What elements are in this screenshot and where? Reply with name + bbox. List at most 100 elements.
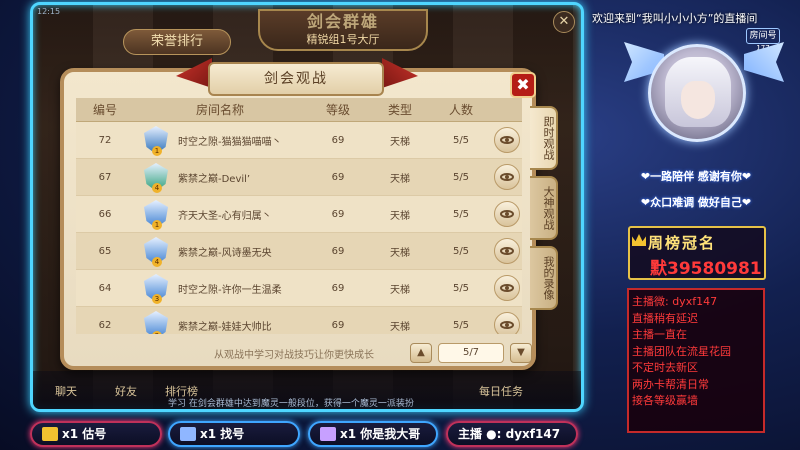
room-name-cell: 1 齐天大圣-心有归属丶 <box>134 200 306 230</box>
room-id: 66 <box>98 208 112 220</box>
rank-tier-number: 1 <box>152 220 162 230</box>
rank-badge-icon: 1 <box>144 200 168 230</box>
table-row: 67 4 紫禁之巅-Devil’ 69 天梯 5/5 <box>76 159 522 196</box>
weekly-top-title: 周榜冠名 <box>632 232 716 253</box>
table-row: 72 1 时空之隙-猫猫猫喵喵丶 69 天梯 5/5 <box>76 122 522 159</box>
daily-task-button[interactable]: 每日任务 <box>479 383 523 399</box>
watch-cell <box>492 201 522 227</box>
eye-icon[interactable] <box>494 238 520 264</box>
honor-ranking-tab[interactable]: 荣誉排行 <box>123 29 231 55</box>
room-name-cell: 4 紫禁之巅-风诗墨无央 <box>134 237 306 267</box>
room-type: 天梯 <box>390 136 410 148</box>
col-action <box>492 98 522 121</box>
eye-icon[interactable] <box>494 127 520 153</box>
room-level: 69 <box>331 134 345 146</box>
slogan-line-1: ❤一路陪伴 感谢有你❤ <box>640 170 752 183</box>
rank-tier-number: 2 <box>152 331 162 334</box>
room-count: 5/5 <box>452 171 470 183</box>
room-name-cell: 3 时空之隙-许你一生温柔 <box>134 274 306 304</box>
room-table: 编号 房间名称 等级 类型 人数 72 1 时空之隙-猫猫猫喵喵丶 69 天梯 … <box>76 98 522 334</box>
pill-dage[interactable]: x1 你是我大哥 <box>308 421 438 447</box>
room-count: 5/5 <box>452 319 470 331</box>
system-ticker: 学习 在剑会群雄中达到魔灵一般段位，获得一个魔灵一派装扮 <box>168 399 414 409</box>
info-line: 不定时去新区 <box>632 361 698 374</box>
col-room-name: 房间名称 <box>195 103 244 117</box>
gift-icon <box>42 427 58 441</box>
room-level: 69 <box>331 245 345 257</box>
streamer-info-box: 主播微: dyxf147 直播稍有延迟 主播一直在 主播团队在流星花园 不定时去新区 两办… <box>627 288 765 433</box>
room-name-cell: 2 紫禁之巅-娃娃大帅比 <box>134 311 306 334</box>
next-page-button[interactable]: ▼ <box>510 343 532 363</box>
rank-tier-number: 4 <box>152 183 162 193</box>
room-name: 紫禁之巅-Devil’ <box>178 173 251 185</box>
rank-tier-number: 4 <box>152 257 162 267</box>
rank-badge-icon: 4 <box>144 163 168 193</box>
room-id: 64 <box>98 282 112 294</box>
table-row: 62 2 紫禁之巅-娃娃大帅比 69 天梯 5/5 <box>76 307 522 334</box>
pill-gujia[interactable]: x1 估号 <box>30 421 162 447</box>
room-name: 齐天大圣-心有归属丶 <box>178 210 272 222</box>
info-line: 主播微: dyxf147 <box>632 295 718 308</box>
dialog-close-button[interactable]: ✖ <box>510 72 536 98</box>
room-type: 天梯 <box>390 247 410 259</box>
close-icon[interactable]: ✕ <box>553 11 575 33</box>
room-count: 5/5 <box>452 134 470 146</box>
info-line: 主播一直在 <box>632 328 687 341</box>
status-time: 12:15 <box>37 7 61 16</box>
streamer-avatar <box>648 44 746 142</box>
weekly-top-name: 默39580981 <box>650 259 762 279</box>
watch-cell <box>492 238 522 264</box>
watch-cell <box>492 275 522 301</box>
room-type: 天梯 <box>390 173 410 185</box>
stream-overlay: 12:15 荣誉排行 剑会群雄 精锐组1号大厅 ✕ 聊天 好友 排行榜 每日任务… <box>0 0 800 450</box>
hall-title-text: 剑会群雄 <box>306 12 379 31</box>
prev-page-button[interactable]: ▲ <box>410 343 432 363</box>
eye-icon[interactable] <box>494 312 520 334</box>
eye-icon[interactable] <box>494 201 520 227</box>
room-count: 5/5 <box>452 245 470 257</box>
weekly-top-box: 周榜冠名 默39580981 <box>628 226 766 280</box>
room-name: 紫禁之巅-风诗墨无央 <box>178 247 272 259</box>
eye-icon[interactable] <box>494 164 520 190</box>
pill-zhaohao[interactable]: x1 找号 <box>168 421 300 447</box>
room-type: 天梯 <box>390 284 410 296</box>
side-tabs: 即时观战 大神观战 我的录像 <box>530 106 558 316</box>
table-body: 72 1 时空之隙-猫猫猫喵喵丶 69 天梯 5/5 67 4 紫禁之巅-Dev… <box>76 122 522 334</box>
pill-text: x1 找号 <box>200 427 245 441</box>
tab-master-spectate[interactable]: 大神观战 <box>530 176 558 240</box>
rank-tier-number: 1 <box>152 146 162 156</box>
room-type: 天梯 <box>390 210 410 222</box>
info-line: 两办卡帮清日常 <box>632 377 709 391</box>
slogan-line-2: ❤众口难调 做好自己❤ <box>640 196 752 209</box>
table-row: 66 1 齐天大圣-心有归属丶 69 天梯 5/5 <box>76 196 522 233</box>
friends-button[interactable]: 好友 <box>115 383 137 399</box>
game-bottom-bar: 聊天 好友 排行榜 每日任务 学习 在剑会群雄中达到魔灵一般段位，获得一个魔灵一… <box>33 371 581 409</box>
tab-my-replays[interactable]: 我的录像 <box>530 246 558 310</box>
avatar-face <box>681 81 715 119</box>
pill-wechat[interactable]: 主播 ●: dyxf147 <box>446 421 578 447</box>
info-line: 直播稍有延迟 <box>632 311 698 325</box>
tab-live-spectate[interactable]: 即时观战 <box>530 106 558 170</box>
watch-cell <box>492 164 522 190</box>
pill-text: x1 估号 <box>62 427 107 441</box>
pager: ▲ 5/7 ▼ <box>410 343 532 363</box>
room-count: 5/5 <box>452 282 470 294</box>
rank-badge-icon: 3 <box>144 274 168 304</box>
room-name-cell: 4 紫禁之巅-Devil’ <box>134 163 306 193</box>
info-line: 接各等级赢墙 <box>632 394 698 407</box>
chat-button[interactable]: 聊天 <box>55 383 77 399</box>
room-id: 72 <box>98 134 112 146</box>
rank-badge-icon: 4 <box>144 237 168 267</box>
room-level: 69 <box>331 282 345 294</box>
rank-badge-icon: 2 <box>144 311 168 334</box>
dialog-title: 剑会观战 <box>208 62 384 96</box>
room-name: 时空之隙-许你一生温柔 <box>178 284 282 296</box>
room-id: 62 <box>98 319 112 331</box>
eye-icon[interactable] <box>494 275 520 301</box>
gift-icon <box>320 427 336 441</box>
room-level: 69 <box>331 208 345 220</box>
col-count: 人数 <box>448 103 473 117</box>
gift-icon <box>180 427 196 441</box>
room-name: 时空之隙-猫猫猫喵喵丶 <box>178 136 282 148</box>
room-level: 69 <box>331 319 345 331</box>
